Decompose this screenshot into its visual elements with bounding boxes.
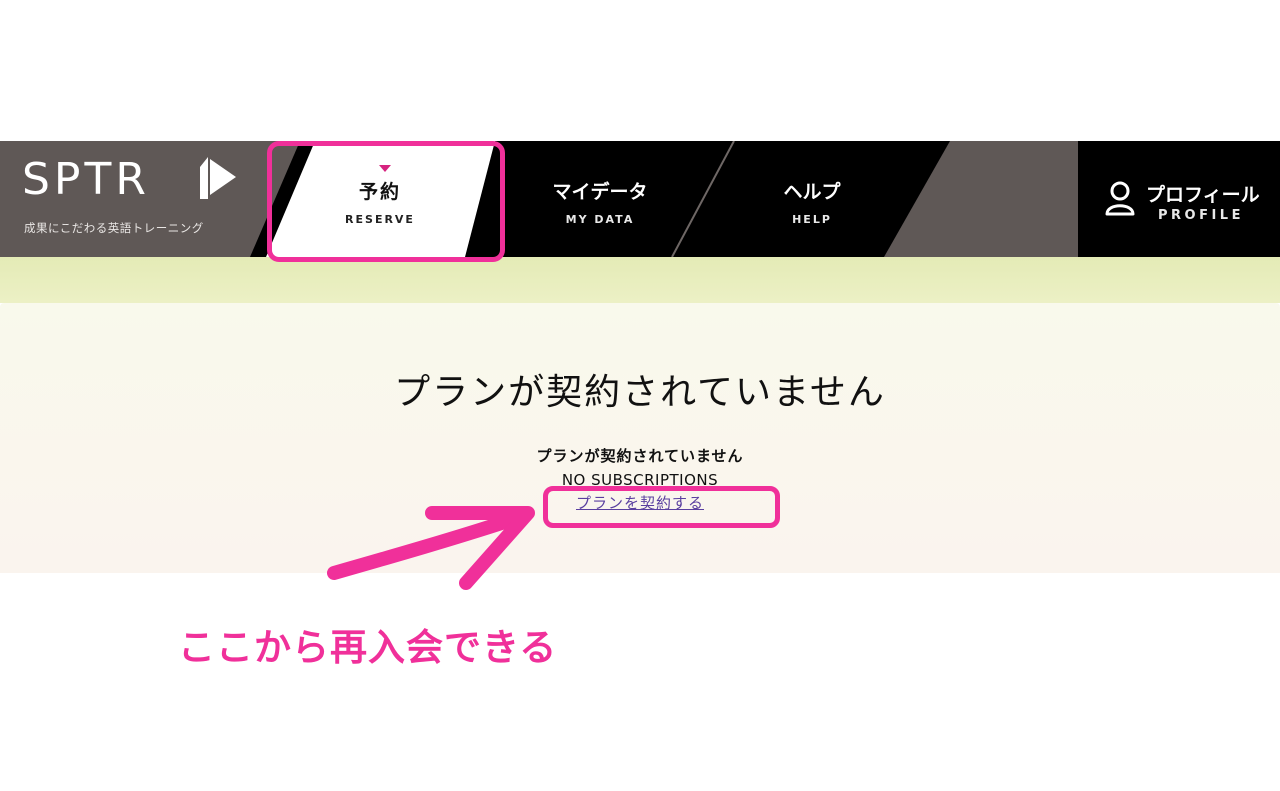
nav-profile-label: プロフィール — [1146, 184, 1260, 206]
nav-help[interactable]: ヘルプ HELP — [732, 141, 892, 257]
annotation-arrow-icon — [327, 506, 535, 590]
nav-my-data[interactable]: マイデータ MY DATA — [520, 141, 680, 257]
nav-profile[interactable]: プロフィール PROFILE — [1078, 141, 1280, 257]
annotation-text: ここから再入会できる — [178, 626, 558, 669]
nav-help-sublabel: HELP — [792, 213, 832, 226]
logo-text: SPTR — [22, 154, 150, 205]
sub-header-bar — [0, 257, 1280, 303]
logo-mark-icon — [200, 157, 236, 199]
main-content: プランが契約されていません プランが契約されていません NO SUBSCRIPT… — [0, 303, 1280, 573]
highlight-link-box — [543, 486, 780, 528]
highlight-reserve-box — [267, 141, 505, 262]
global-header: SPTR 成果にこだわる英語トレーニング 予約 RESERVE マイデータ MY… — [0, 141, 1280, 257]
logo-tagline: 成果にこだわる英語トレーニング — [24, 221, 204, 235]
nav-help-label: ヘルプ — [783, 181, 841, 203]
nav-my-data-sublabel: MY DATA — [565, 213, 635, 226]
nav-profile-sublabel: PROFILE — [1158, 208, 1244, 223]
user-icon — [1105, 181, 1135, 216]
no-plan-message: プランが契約されていません — [536, 447, 744, 465]
nav-my-data-label: マイデータ — [552, 181, 648, 203]
page-title: プランが契約されていません — [394, 372, 886, 413]
